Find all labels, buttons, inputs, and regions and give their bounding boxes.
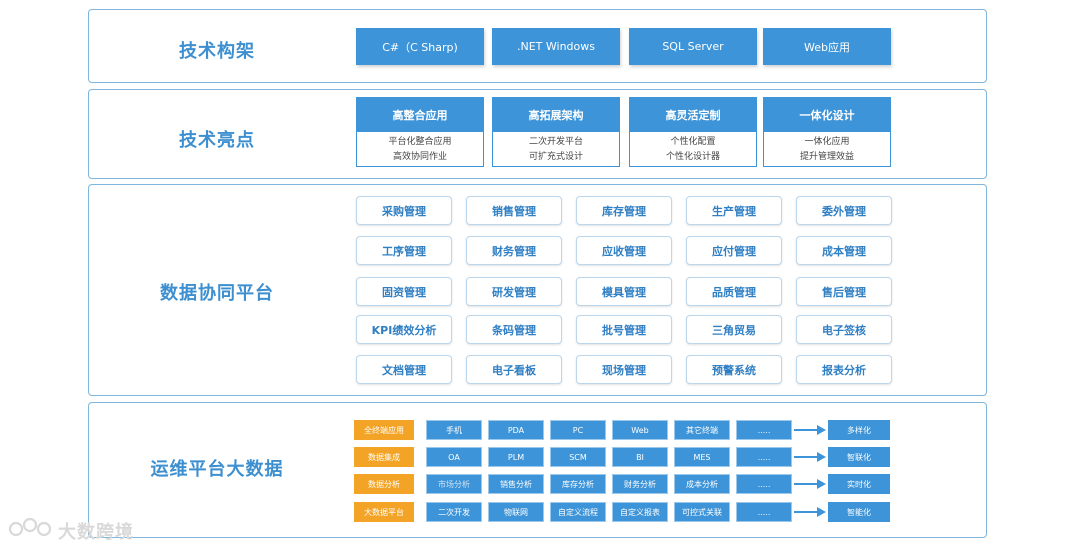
module-button[interactable]: 预警系统: [686, 355, 782, 384]
highlight-card-line: 平台化整合应用: [388, 137, 452, 147]
highlight-card-line: 二次开发平台: [528, 137, 583, 147]
ops-cell[interactable]: SCM: [550, 447, 606, 467]
ops-result-button[interactable]: 实时化: [828, 474, 890, 494]
highlight-card-integrated-design[interactable]: 一体化设计 一体化应用 提升管理效益: [763, 97, 891, 167]
arrow-right-icon: [794, 479, 826, 489]
module-button[interactable]: 固资管理: [356, 277, 452, 306]
module-button[interactable]: 财务管理: [466, 236, 562, 265]
tech-dotnet-button[interactable]: .NET Windows: [492, 28, 620, 65]
ops-cell[interactable]: 市场分析: [426, 474, 482, 494]
module-button[interactable]: 报表分析: [796, 355, 892, 384]
ops-cell[interactable]: BI: [612, 447, 668, 467]
highlight-card-head: 一体化设计: [764, 98, 890, 132]
highlight-card-line: 个性化设计器: [665, 152, 720, 162]
ops-row-label: 全终端应用: [354, 420, 414, 440]
module-button[interactable]: 三角贸易: [686, 315, 782, 344]
ops-cell[interactable]: 二次开发: [426, 502, 482, 522]
highlights-title: 技术亮点: [179, 130, 255, 151]
ops-result-button[interactable]: 智联化: [828, 447, 890, 467]
ops-cell[interactable]: PC: [550, 420, 606, 440]
collab-title: 数据协同平台: [160, 283, 274, 304]
tech-web-button[interactable]: Web应用: [763, 28, 891, 65]
ops-cell[interactable]: .....: [736, 420, 792, 440]
module-button[interactable]: 售后管理: [796, 277, 892, 306]
tech-sqlserver-button[interactable]: SQL Server: [629, 28, 757, 65]
ops-cell[interactable]: 自定义流程: [550, 502, 606, 522]
ops-row-label: 数据集成: [354, 447, 414, 467]
ops-cell[interactable]: 手机: [426, 420, 482, 440]
arrow-right-icon: [794, 452, 826, 462]
module-button[interactable]: 电子看板: [466, 355, 562, 384]
ops-cell[interactable]: .....: [736, 474, 792, 494]
ops-cell[interactable]: 库存分析: [550, 474, 606, 494]
highlight-card-integration[interactable]: 高整合应用 平台化整合应用 高效协同作业: [356, 97, 484, 167]
highlight-card-line: 个性化配置: [670, 137, 716, 147]
highlight-card-line: 高效协同作业: [392, 152, 447, 162]
highlight-card-extension[interactable]: 高拓展架构 二次开发平台 可扩充式设计: [492, 97, 620, 167]
module-button[interactable]: 库存管理: [576, 196, 672, 225]
tech-csharp-button[interactable]: C#（C Sharp): [356, 28, 484, 65]
module-button[interactable]: 模具管理: [576, 277, 672, 306]
module-button[interactable]: 文档管理: [356, 355, 452, 384]
watermark: 大数跨境: [8, 516, 134, 545]
module-button[interactable]: 电子签核: [796, 315, 892, 344]
ops-cell[interactable]: 销售分析: [488, 474, 544, 494]
ops-result-button[interactable]: 多样化: [828, 420, 890, 440]
ops-title: 运维平台大数据: [150, 459, 284, 480]
ops-cell[interactable]: 其它终端: [674, 420, 730, 440]
ops-cell[interactable]: .....: [736, 447, 792, 467]
ops-cell[interactable]: .....: [736, 502, 792, 522]
highlight-card-head: 高灵活定制: [630, 98, 756, 132]
ops-cell[interactable]: 自定义报表: [612, 502, 668, 522]
module-button[interactable]: 条码管理: [466, 315, 562, 344]
arrow-right-icon: [794, 425, 826, 435]
module-button[interactable]: 应付管理: [686, 236, 782, 265]
watermark-text: 大数跨境: [58, 521, 134, 543]
module-button[interactable]: 工序管理: [356, 236, 452, 265]
highlight-card-head: 高拓展架构: [493, 98, 619, 132]
architecture-title: 技术构架: [179, 41, 255, 62]
ops-row-label: 数据分析: [354, 474, 414, 494]
module-button[interactable]: 应收管理: [576, 236, 672, 265]
ops-cell[interactable]: 成本分析: [674, 474, 730, 494]
watermark-logo-icon: [8, 516, 52, 545]
ops-cell[interactable]: MES: [674, 447, 730, 467]
module-button[interactable]: 批号管理: [576, 315, 672, 344]
highlight-card-line: 提升管理效益: [799, 152, 854, 162]
module-button[interactable]: 委外管理: [796, 196, 892, 225]
highlight-card-line: 可扩充式设计: [528, 152, 583, 162]
ops-cell[interactable]: PLM: [488, 447, 544, 467]
ops-cell[interactable]: OA: [426, 447, 482, 467]
ops-cell[interactable]: 物联网: [488, 502, 544, 522]
module-button[interactable]: 成本管理: [796, 236, 892, 265]
highlight-card-customization[interactable]: 高灵活定制 个性化配置 个性化设计器: [629, 97, 757, 167]
arrow-right-icon: [794, 507, 826, 517]
ops-cell[interactable]: 财务分析: [612, 474, 668, 494]
module-button[interactable]: 品质管理: [686, 277, 782, 306]
module-button[interactable]: 现场管理: [576, 355, 672, 384]
ops-cell[interactable]: Web: [612, 420, 668, 440]
module-button[interactable]: 生产管理: [686, 196, 782, 225]
module-button[interactable]: 采购管理: [356, 196, 452, 225]
module-button[interactable]: KPI绩效分析: [356, 315, 452, 344]
module-button[interactable]: 销售管理: [466, 196, 562, 225]
highlight-card-line: 一体化应用: [804, 137, 850, 147]
highlight-card-head: 高整合应用: [357, 98, 483, 132]
ops-cell[interactable]: 可控式关联: [674, 502, 730, 522]
ops-cell[interactable]: PDA: [488, 420, 544, 440]
ops-result-button[interactable]: 智能化: [828, 502, 890, 522]
module-button[interactable]: 研发管理: [466, 277, 562, 306]
ops-row-label: 大数据平台: [354, 502, 414, 522]
